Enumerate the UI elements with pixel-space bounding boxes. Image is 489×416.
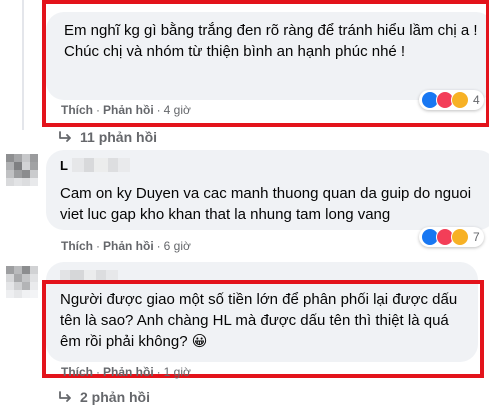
like-button-2[interactable]: Thích xyxy=(61,239,93,253)
reaction-count-2: 7 xyxy=(473,230,480,244)
comment-bubble-2: L Cam on ky Duyen va cac manh thuong qua… xyxy=(46,150,489,230)
view-replies-label-1: 11 phản hồi xyxy=(80,129,158,145)
reply-button-3[interactable]: Phản hồi xyxy=(103,365,154,379)
comment-time-3[interactable]: 1 giờ xyxy=(164,365,191,379)
reply-arrow-icon xyxy=(59,391,71,402)
view-replies-1[interactable]: 11 phản hồi xyxy=(58,129,157,145)
reaction-count-1: 4 xyxy=(473,93,480,107)
haha-reaction-icon xyxy=(451,228,469,246)
comment-actions-3: Thích · Phản hồi · 1 giờ xyxy=(61,365,191,379)
comment-text-2: Cam on ky Duyen va cac manh thuong quan … xyxy=(60,185,472,223)
avatar-2[interactable] xyxy=(6,154,38,186)
avatar-3[interactable] xyxy=(6,266,38,298)
comment-time-2[interactable]: 6 giờ xyxy=(164,239,191,253)
reply-button-1[interactable]: Phản hồi xyxy=(103,103,154,117)
view-replies-label-3: 2 phản hồi xyxy=(80,389,150,405)
author-name-2[interactable]: L xyxy=(60,158,131,173)
like-button-1[interactable]: Thích xyxy=(61,103,93,117)
author-initial-2: L xyxy=(60,158,68,173)
view-replies-3[interactable]: 2 phản hồi xyxy=(58,389,150,405)
care-reaction-icon xyxy=(451,91,469,109)
reply-arrow-icon xyxy=(59,131,71,142)
reaction-summary-2[interactable]: 7 xyxy=(419,227,484,247)
comment-actions-1: Thích · Phản hồi · 4 giờ xyxy=(61,103,191,117)
comment-text-3: Người được giao một số tiền lớn để phân … xyxy=(60,291,458,350)
comment-actions-2: Thích · Phản hồi · 6 giờ xyxy=(61,239,191,253)
like-button-3[interactable]: Thích xyxy=(61,365,93,379)
comment-time-1[interactable]: 4 giờ xyxy=(164,103,191,117)
thread-line xyxy=(22,0,24,130)
reaction-summary-1[interactable]: 4 xyxy=(419,90,484,110)
reply-button-2[interactable]: Phản hồi xyxy=(103,239,154,253)
